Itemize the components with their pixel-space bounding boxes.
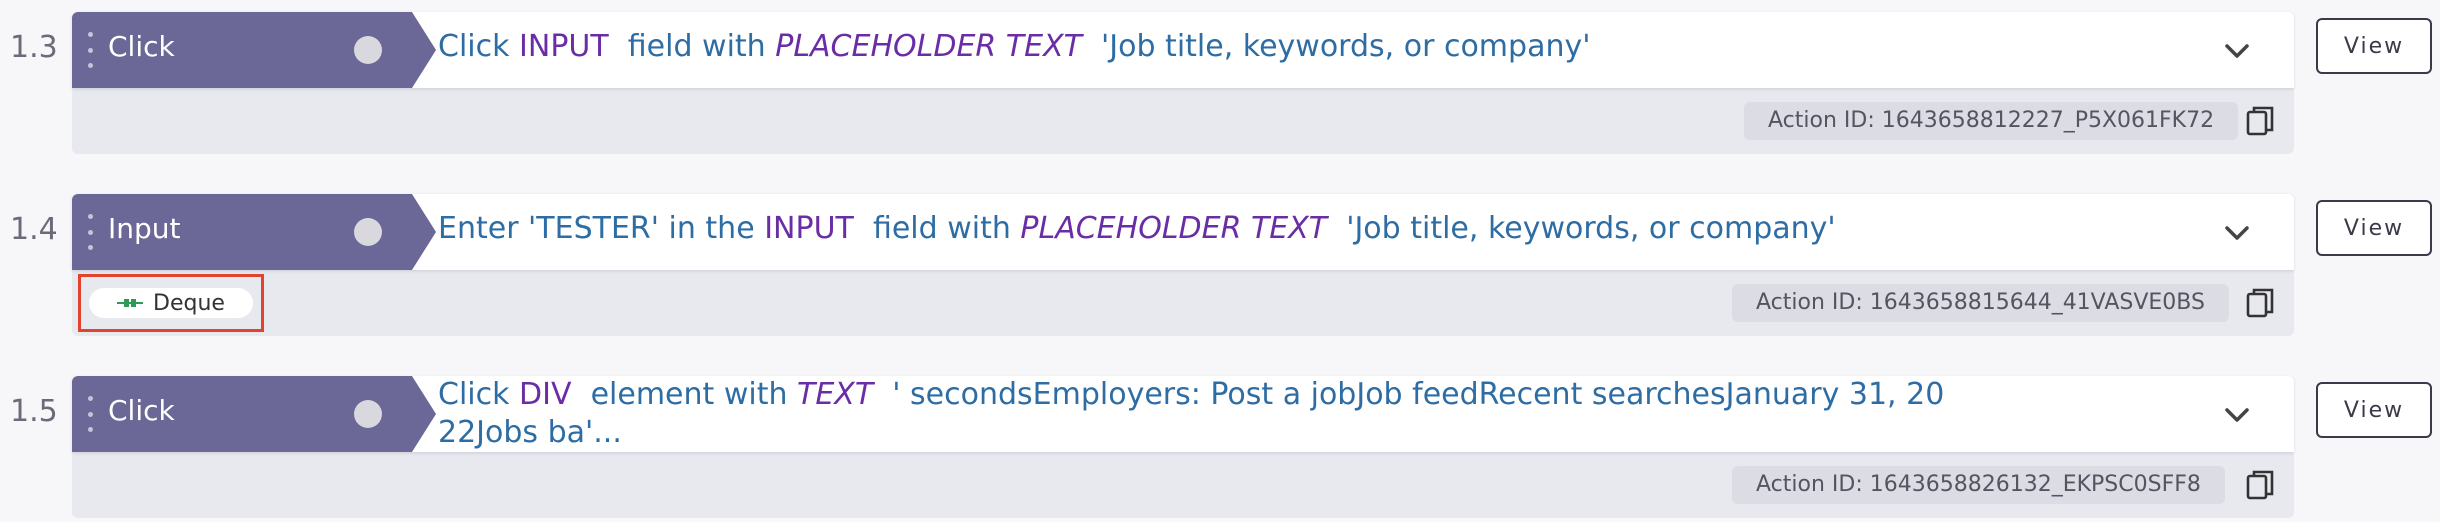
action-type-block[interactable]: Input bbox=[72, 194, 436, 270]
desc-keyword: PLACEHOLDER TEXT bbox=[1020, 211, 1328, 246]
chevron-down-icon[interactable] bbox=[2222, 218, 2252, 248]
step-description: Enter 'TESTER' in the INPUT field with P… bbox=[438, 210, 1958, 248]
plugin-tag-label: Deque bbox=[153, 290, 225, 316]
toggle-circle-icon[interactable] bbox=[354, 36, 382, 64]
highlight-box: Deque bbox=[78, 274, 264, 332]
action-type-label: Click bbox=[108, 394, 175, 427]
copy-icon[interactable] bbox=[2244, 468, 2278, 502]
chevron-down-icon[interactable] bbox=[2222, 36, 2252, 66]
plugin-tag[interactable]: Deque bbox=[89, 288, 253, 318]
drag-handle-icon[interactable] bbox=[88, 214, 94, 250]
desc-value: 'Job title, keywords, or company' bbox=[1327, 211, 1836, 246]
chevron-down-icon[interactable] bbox=[2222, 400, 2252, 430]
desc-element: INPUT bbox=[764, 211, 854, 246]
desc-value: 'Job title, keywords, or company' bbox=[1081, 29, 1591, 64]
step-card: Input Enter 'TESTER' in the INPUT field … bbox=[72, 194, 2294, 336]
step-description: Click DIV element with TEXT ' secondsEmp… bbox=[438, 376, 1958, 452]
view-button[interactable]: View bbox=[2316, 18, 2432, 74]
desc-mid: field with bbox=[853, 211, 1021, 246]
toggle-circle-icon[interactable] bbox=[354, 218, 382, 246]
action-id-badge: Action ID: 1643658815644_41VASVE0BS bbox=[1732, 284, 2229, 322]
plugin-tag-icon bbox=[117, 299, 144, 307]
desc-verb: Click bbox=[438, 377, 520, 412]
view-button[interactable]: View bbox=[2316, 200, 2432, 256]
desc-mid: field with bbox=[608, 29, 776, 64]
step-number: 1.5 bbox=[10, 394, 58, 429]
toggle-circle-icon[interactable] bbox=[354, 400, 382, 428]
copy-icon[interactable] bbox=[2244, 286, 2278, 320]
action-type-block[interactable]: Click bbox=[72, 376, 436, 452]
step-header[interactable]: Click Click DIV element with TEXT ' seco… bbox=[72, 376, 2294, 452]
step-header[interactable]: Input Enter 'TESTER' in the INPUT field … bbox=[72, 194, 2294, 270]
desc-element: INPUT bbox=[519, 29, 609, 64]
step-card: Click Click DIV element with TEXT ' seco… bbox=[72, 376, 2294, 518]
desc-mid: element with bbox=[571, 377, 798, 412]
action-type-block[interactable]: Click bbox=[72, 12, 436, 88]
desc-verb: Enter 'TESTER' in the bbox=[438, 211, 765, 246]
desc-element: DIV bbox=[519, 377, 572, 412]
desc-verb: Click bbox=[438, 29, 520, 64]
action-type-label: Input bbox=[108, 212, 181, 245]
desc-keyword: PLACEHOLDER TEXT bbox=[775, 29, 1082, 64]
action-id-badge: Action ID: 1643658812227_P5X061FK72 bbox=[1744, 102, 2239, 140]
action-id-badge: Action ID: 1643658826132_EKPSC0SFF8 bbox=[1732, 466, 2225, 504]
view-button[interactable]: View bbox=[2316, 382, 2432, 438]
step-description: Click INPUT field with PLACEHOLDER TEXT … bbox=[438, 28, 1958, 66]
step-number: 1.3 bbox=[10, 30, 58, 65]
step-card: Click Click INPUT field with PLACEHOLDER… bbox=[72, 12, 2294, 154]
desc-keyword: TEXT bbox=[797, 377, 874, 412]
drag-handle-icon[interactable] bbox=[88, 396, 94, 432]
step-header[interactable]: Click Click INPUT field with PLACEHOLDER… bbox=[72, 12, 2294, 88]
copy-icon[interactable] bbox=[2244, 104, 2278, 138]
action-type-label: Click bbox=[108, 30, 175, 63]
drag-handle-icon[interactable] bbox=[88, 32, 94, 68]
step-number: 1.4 bbox=[10, 212, 58, 247]
